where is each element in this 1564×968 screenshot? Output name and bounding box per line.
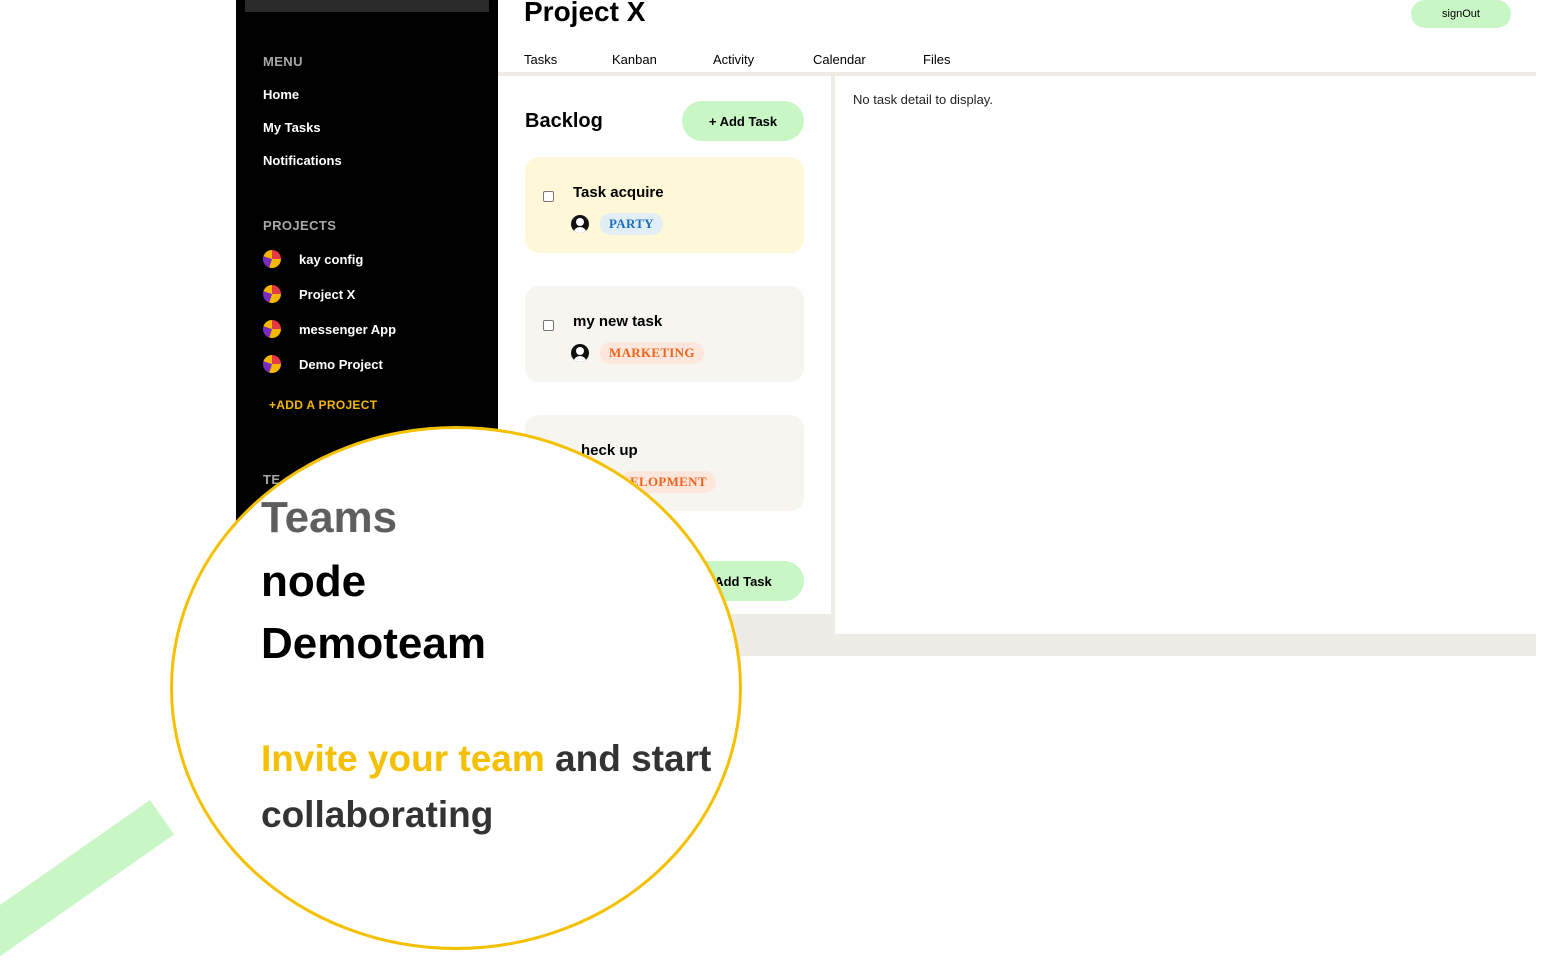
column-title: Backlog bbox=[525, 110, 603, 132]
project-logo-icon bbox=[263, 250, 281, 268]
project-item-kay-config[interactable]: kay config bbox=[263, 250, 363, 268]
magnifier-lens: Teams node Demoteam Invite your team and… bbox=[170, 426, 742, 950]
invite-team-link[interactable]: Invite your team bbox=[261, 738, 545, 779]
teams-heading: Teams bbox=[261, 493, 398, 542]
task-checkbox[interactable] bbox=[543, 320, 554, 331]
page-title: Project X bbox=[524, 0, 646, 27]
tab-tasks[interactable]: Tasks bbox=[524, 52, 612, 67]
project-logo-icon bbox=[263, 355, 281, 373]
magnifier-handle bbox=[0, 800, 175, 968]
project-label: messenger App bbox=[299, 321, 397, 337]
project-item-project-x[interactable]: Project X bbox=[263, 285, 355, 303]
project-label: kay config bbox=[299, 251, 364, 267]
task-tag: PARTY bbox=[600, 213, 663, 235]
tab-files[interactable]: Files bbox=[923, 52, 950, 67]
team-item-node[interactable]: node bbox=[261, 557, 366, 607]
project-label: Demo Project bbox=[299, 356, 383, 372]
team-item-demoteam[interactable]: Demoteam bbox=[261, 619, 486, 669]
empty-detail-text: No task detail to display. bbox=[853, 92, 993, 107]
sidebar-search-bar[interactable] bbox=[245, 0, 489, 12]
add-project-link[interactable]: +ADD A PROJECT bbox=[269, 398, 377, 412]
project-label: Project X bbox=[299, 286, 356, 302]
add-task-button[interactable]: + Add Task bbox=[682, 101, 804, 141]
project-item-messenger-app[interactable]: messenger App bbox=[263, 320, 396, 338]
task-detail-panel: No task detail to display. bbox=[835, 76, 1536, 634]
invite-team-text: Invite your team and start collaborating bbox=[261, 731, 739, 843]
projects-heading: PROJECTS bbox=[263, 218, 337, 233]
task-tag: MARKETING bbox=[600, 342, 704, 364]
signout-button[interactable]: signOut bbox=[1411, 0, 1511, 28]
tab-activity[interactable]: Activity bbox=[713, 52, 813, 67]
sidebar-item-notifications[interactable]: Notifications bbox=[263, 153, 342, 168]
sidebar-item-my-tasks[interactable]: My Tasks bbox=[263, 120, 321, 135]
task-title: Task acquire bbox=[573, 184, 664, 201]
menu-heading: MENU bbox=[263, 54, 303, 69]
user-avatar-icon bbox=[571, 344, 589, 362]
project-item-demo-project[interactable]: Demo Project bbox=[263, 355, 383, 373]
project-logo-icon bbox=[263, 285, 281, 303]
tab-kanban[interactable]: Kanban bbox=[612, 52, 713, 67]
user-avatar-icon bbox=[571, 215, 589, 233]
sidebar-item-home[interactable]: Home bbox=[263, 87, 299, 102]
task-card[interactable]: Task acquire PARTY bbox=[525, 157, 804, 253]
task-card[interactable]: my new task MARKETING bbox=[525, 286, 804, 382]
task-checkbox[interactable] bbox=[543, 191, 554, 202]
project-tabs: Tasks Kanban Activity Calendar Files bbox=[524, 52, 950, 67]
project-logo-icon bbox=[263, 320, 281, 338]
task-title: my new task bbox=[573, 313, 663, 330]
tab-calendar[interactable]: Calendar bbox=[813, 52, 923, 67]
